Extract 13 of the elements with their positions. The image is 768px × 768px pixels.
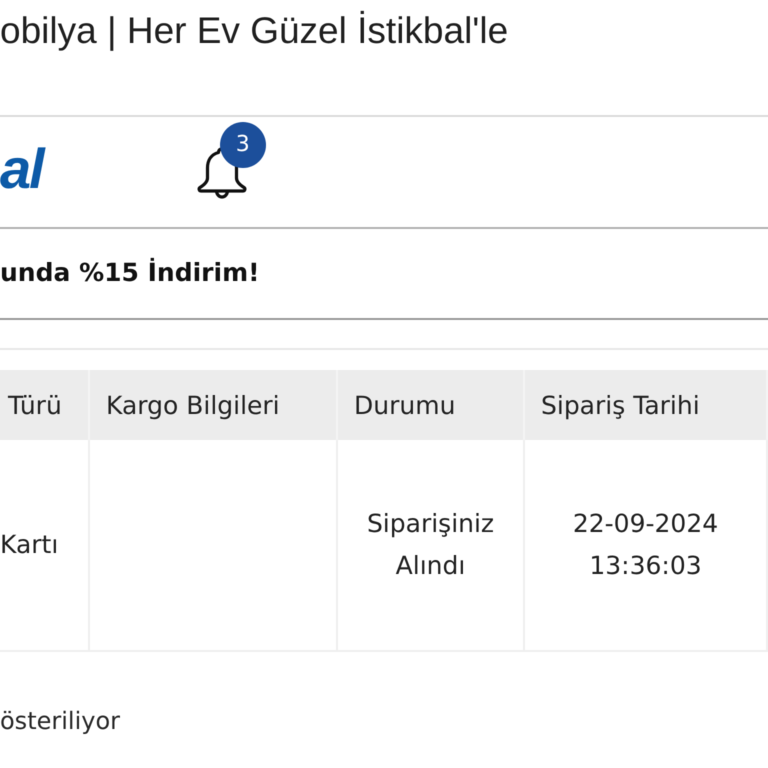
column-header: Türü <box>0 370 90 440</box>
logo[interactable]: al <box>0 141 43 197</box>
promo-text: unda %15 İndirim! <box>0 258 260 287</box>
table-cell: Kartı <box>0 440 90 652</box>
column-header: Sipariş Tarihi <box>525 370 768 440</box>
results-info-text: österiliyor <box>0 707 120 735</box>
column-header: Kargo Bilgileri <box>90 370 338 440</box>
column-header: Durumu <box>338 370 525 440</box>
notification-count-badge: 3 <box>220 122 266 168</box>
table-cell: Siparişiniz Alındı <box>338 440 525 652</box>
page-title: obilya | Her Ev Güzel İstikbal'le <box>0 10 508 52</box>
notifications-button[interactable]: 3 <box>194 122 267 199</box>
table-cell: 22-09-2024 13:36:03 <box>525 440 768 652</box>
